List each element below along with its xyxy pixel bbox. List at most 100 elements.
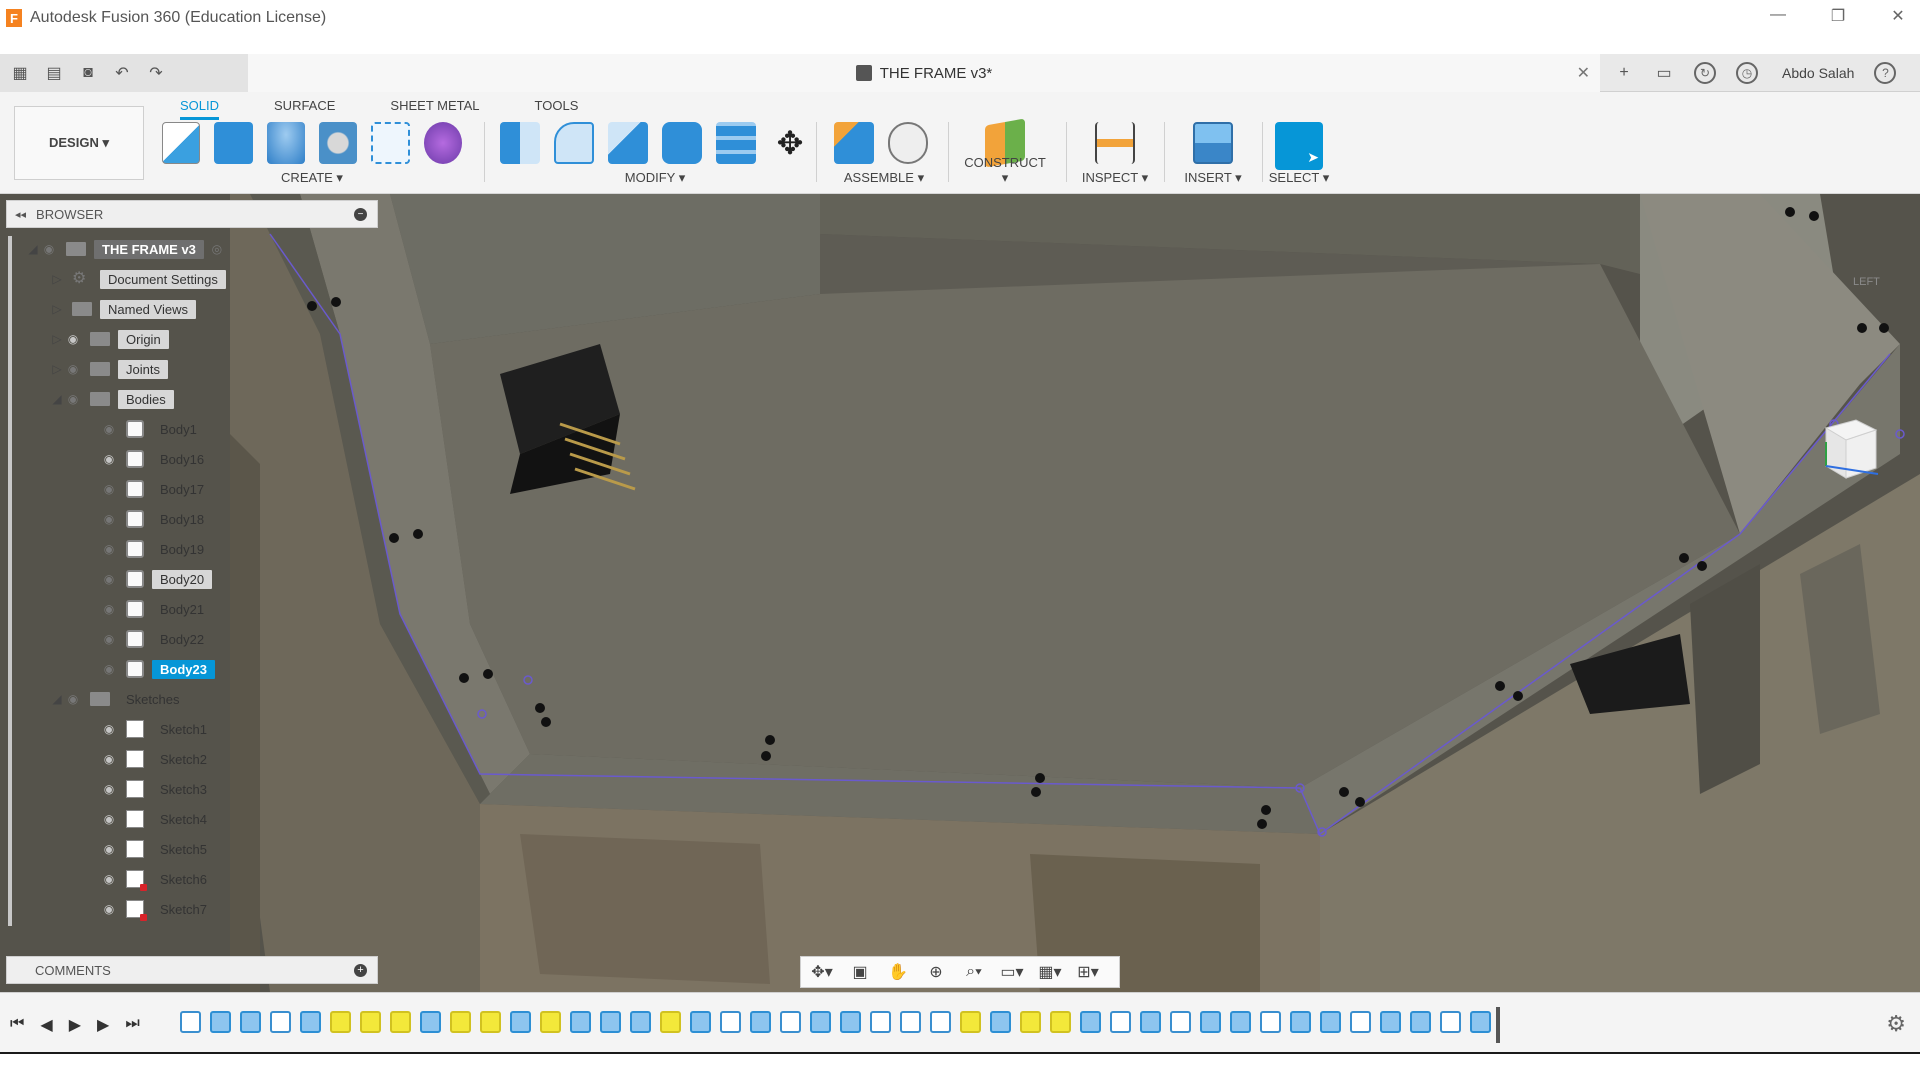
modify-menu[interactable]: MODIFY ▾	[500, 170, 810, 186]
timeline-feature[interactable]	[660, 1011, 681, 1033]
select-menu[interactable]: SELECT ▾	[1262, 170, 1336, 186]
timeline-feature[interactable]	[480, 1011, 501, 1033]
fit-icon[interactable]: ⌕▾	[959, 961, 989, 983]
timeline-feature[interactable]	[330, 1011, 351, 1033]
tab-solid[interactable]: SOLID	[180, 98, 220, 120]
tree-named-views[interactable]: ▷ Named Views	[50, 296, 196, 322]
expand-triangle-icon[interactable]: ▷	[50, 332, 64, 346]
plus-icon[interactable]: +	[1614, 63, 1634, 83]
timeline-feature[interactable]	[1440, 1011, 1461, 1033]
view-cube[interactable]	[1812, 416, 1882, 496]
close-tab-button[interactable]: ✕	[1577, 63, 1590, 83]
browser-scrollbar[interactable]	[8, 236, 12, 926]
expand-triangle-icon[interactable]: ◢	[26, 242, 40, 256]
move-icon[interactable]: ✥	[770, 122, 810, 164]
body-row[interactable]: ◉ Body22	[100, 626, 212, 652]
activate-radio-icon[interactable]: ◎	[208, 242, 226, 256]
visibility-eye-icon[interactable]: ◉	[100, 872, 118, 886]
browser-header[interactable]: ◂◂ BROWSER −	[6, 200, 378, 228]
user-name[interactable]: Abdo Salah	[1782, 65, 1854, 81]
expand-triangle-icon[interactable]: ▷	[50, 302, 64, 316]
go-to-end-icon[interactable]: ⏭	[125, 1015, 139, 1035]
help-circle-icon[interactable]: ↻	[1694, 62, 1716, 84]
grid-settings-icon[interactable]: ▦▾	[1035, 961, 1065, 983]
timeline-feature[interactable]	[630, 1011, 651, 1033]
collapse-triangle-icon[interactable]: ◢	[50, 692, 64, 706]
browser-minimize-icon[interactable]: −	[354, 208, 367, 221]
chamfer-icon[interactable]	[608, 122, 648, 164]
sketch-row[interactable]: ◉ Sketch7	[100, 896, 215, 922]
visibility-eye-icon[interactable]: ◉	[64, 692, 82, 706]
timeline-feature[interactable]	[390, 1011, 411, 1033]
timeline-feature[interactable]	[420, 1011, 441, 1033]
clock-icon[interactable]: ◷	[1736, 62, 1758, 84]
timeline-feature[interactable]	[1290, 1011, 1311, 1033]
timeline-feature[interactable]	[840, 1011, 861, 1033]
play-icon[interactable]: ▶	[69, 1015, 81, 1035]
inspect-menu[interactable]: INSPECT ▾	[1078, 170, 1152, 186]
tab-surface[interactable]: SURFACE	[274, 98, 335, 120]
timeline-feature[interactable]	[1140, 1011, 1161, 1033]
extrude-icon[interactable]	[214, 122, 253, 164]
visibility-eye-icon[interactable]: ◉	[100, 632, 118, 646]
timeline-feature[interactable]	[810, 1011, 831, 1033]
assemble-menu[interactable]: ASSEMBLE ▾	[834, 170, 934, 186]
visibility-eye-icon[interactable]: ◉	[100, 482, 118, 496]
create-sketch-icon[interactable]	[162, 122, 201, 164]
visibility-eye-icon[interactable]: ◉	[100, 452, 118, 466]
body-row[interactable]: ◉ Body19	[100, 536, 212, 562]
tree-root[interactable]: ◢ ◉ THE FRAME v3 ◎	[26, 236, 226, 262]
restore-button[interactable]: ❐	[1826, 6, 1850, 26]
timeline-feature[interactable]	[240, 1011, 261, 1033]
go-to-start-icon[interactable]: ⏮	[10, 1015, 24, 1035]
body-row[interactable]: ◉ Body18	[100, 506, 212, 532]
press-pull-icon[interactable]	[500, 122, 540, 164]
tab-sheet-metal[interactable]: SHEET METAL	[390, 98, 479, 120]
workspace-switcher[interactable]: DESIGN ▾	[14, 106, 144, 180]
undo-icon[interactable]: ↶	[112, 63, 132, 83]
save-icon[interactable]: ◙	[78, 63, 98, 83]
question-icon[interactable]: ?	[1874, 62, 1897, 84]
timeline-feature[interactable]	[780, 1011, 801, 1033]
joint-icon[interactable]	[888, 122, 928, 164]
visibility-eye-icon[interactable]: ◉	[100, 842, 118, 856]
close-window-button[interactable]: ✕	[1886, 6, 1910, 26]
body-row[interactable]: ◉ Body21	[100, 596, 212, 622]
timeline-feature[interactable]	[1320, 1011, 1341, 1033]
step-back-icon[interactable]: ◀	[40, 1015, 52, 1035]
visibility-eye-icon[interactable]: ◉	[100, 902, 118, 916]
visibility-eye-icon[interactable]: ◉	[100, 752, 118, 766]
document-tab[interactable]: THE FRAME v3* ✕	[248, 54, 1600, 92]
collapse-triangle-icon[interactable]: ◢	[50, 392, 64, 406]
visibility-eye-icon[interactable]: ◉	[100, 422, 118, 436]
body-row[interactable]: ◉ Body1	[100, 416, 205, 442]
visibility-eye-icon[interactable]: ◉	[64, 362, 82, 376]
timeline-feature[interactable]	[1170, 1011, 1191, 1033]
timeline-feature[interactable]	[990, 1011, 1011, 1033]
create-menu[interactable]: CREATE ▾	[162, 170, 462, 186]
timeline-feature[interactable]	[180, 1011, 201, 1033]
rectangular-pattern-icon[interactable]	[371, 122, 410, 164]
visibility-eye-icon[interactable]: ◉	[64, 332, 82, 346]
timeline-feature[interactable]	[720, 1011, 741, 1033]
body-row[interactable]: ◉ Body17	[100, 476, 212, 502]
shell-icon[interactable]	[716, 122, 756, 164]
timeline-feature[interactable]	[1470, 1011, 1491, 1033]
visibility-eye-icon[interactable]: ◉	[64, 392, 82, 406]
collapse-browser-icon[interactable]: ◂◂	[15, 208, 26, 221]
sketch-row[interactable]: ◉ Sketch6	[100, 866, 215, 892]
timeline-feature[interactable]	[870, 1011, 891, 1033]
look-at-icon[interactable]: ▣	[845, 961, 875, 983]
sketch-row[interactable]: ◉ Sketch3	[100, 776, 215, 802]
timeline-feature[interactable]	[1080, 1011, 1101, 1033]
grid-icon[interactable]: ▦	[10, 63, 30, 83]
select-icon[interactable]: ➤	[1275, 122, 1323, 170]
timeline-feature[interactable]	[900, 1011, 921, 1033]
expand-triangle-icon[interactable]: ▷	[50, 362, 64, 376]
minimize-button[interactable]: —	[1766, 6, 1790, 26]
revolve-icon[interactable]	[266, 122, 305, 164]
sketch-row[interactable]: ◉ Sketch2	[100, 746, 215, 772]
timeline-feature[interactable]	[270, 1011, 291, 1033]
sketch-row[interactable]: ◉ Sketch1	[100, 716, 215, 742]
timeline-feature[interactable]	[930, 1011, 951, 1033]
